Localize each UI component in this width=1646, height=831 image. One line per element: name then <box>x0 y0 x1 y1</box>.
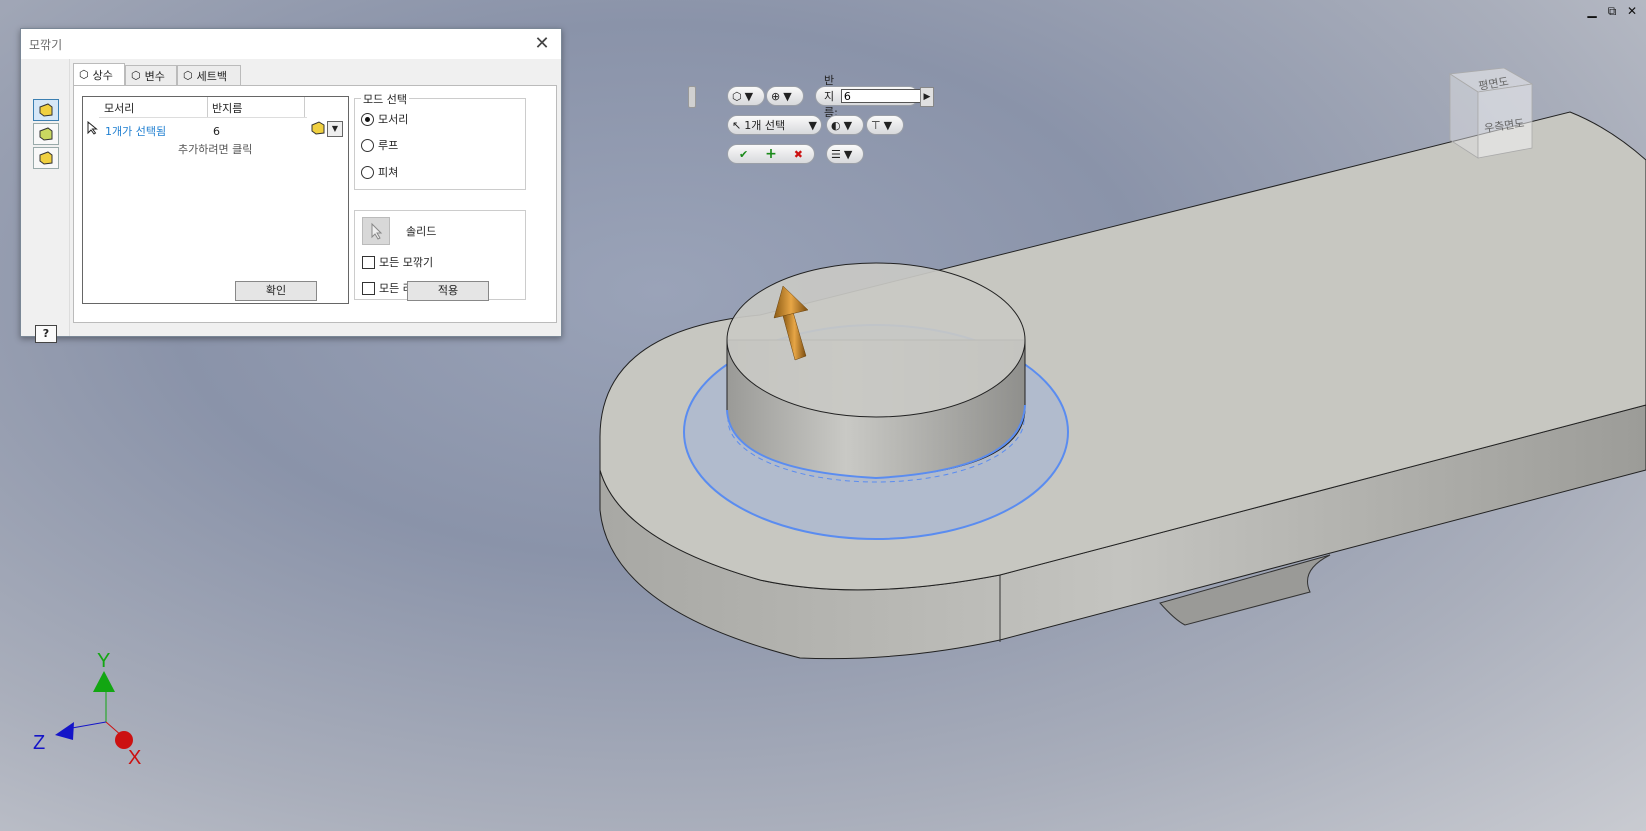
apply-button[interactable]: 적용 <box>407 281 489 301</box>
setback-tab-icon: ⬡ <box>183 69 193 82</box>
mode-edge-radio[interactable]: 모서리 <box>361 111 408 127</box>
viewcube[interactable]: 평면도 우측면도 <box>1440 68 1536 164</box>
edge-radius-table: 모서리 반지름 1개가 선택됨 6 ▼ 추가하려면 클릭 확인 <box>82 96 349 304</box>
minitoolbar-grip[interactable] <box>688 86 696 108</box>
face-fillet-button[interactable] <box>33 123 59 145</box>
axis-y-label: Y <box>97 650 110 672</box>
full-round-fillet-button[interactable] <box>33 147 59 169</box>
all-fillets-checkbox[interactable]: 모든 모깎기 <box>362 254 433 270</box>
tab-variable[interactable]: ⬡ 변수 <box>125 65 177 85</box>
selection-mode-legend: 모드 선택 <box>361 91 409 107</box>
all-rounds-checkbox[interactable]: 모든 라 <box>362 280 413 296</box>
constant-tab-panel: 모서리 반지름 1개가 선택됨 6 ▼ 추가하려면 클릭 확인 모드 선택 모서… <box>73 85 557 323</box>
chevron-down-icon: ▼ <box>843 118 853 132</box>
radio-selected <box>361 112 374 126</box>
apply-plus-icon[interactable]: + <box>765 146 777 162</box>
radius-input[interactable] <box>840 89 926 103</box>
edge-fillet-button[interactable] <box>33 99 59 121</box>
mode-feature-radio[interactable]: 피쳐 <box>361 164 398 180</box>
row-shape-selector[interactable]: ▼ <box>311 121 343 137</box>
fillet-type-icon: ⬡ <box>732 89 742 103</box>
solid-select-button[interactable] <box>362 217 390 245</box>
cancel-x-icon[interactable]: ✖ <box>794 148 803 161</box>
chevron-down-icon: ▼ <box>883 118 893 132</box>
edge-select-label: 1개 선택 <box>744 119 786 132</box>
tab-constant[interactable]: ⬡ 상수 <box>73 63 125 85</box>
column-edges: 모서리 <box>104 102 135 115</box>
boss-cylinder[interactable] <box>726 262 1026 480</box>
solid-icon: ◐ <box>831 118 841 132</box>
boss-top-face <box>726 262 1026 418</box>
chevron-down-icon: ▼ <box>744 89 754 103</box>
chevron-down-icon: ▼ <box>327 121 343 137</box>
solid-label: 솔리드 <box>406 225 437 238</box>
restore-button[interactable]: ⧉ <box>1604 4 1620 19</box>
pointer-icon: ↖ <box>732 118 742 132</box>
full-round-icon <box>39 151 53 165</box>
options-dropdown[interactable]: ☰ ▼ <box>826 144 864 164</box>
chevron-down-icon: ▼ <box>808 118 817 132</box>
chevron-down-icon: ▼ <box>783 89 792 103</box>
row-pointer-icon <box>87 120 99 138</box>
flip-dropdown[interactable]: ⊤ ▼ <box>866 115 904 135</box>
dialog-title: 모깎기 <box>29 38 63 52</box>
chevron-down-icon: ▼ <box>843 147 853 161</box>
flip-icon: ⊤ <box>871 118 881 132</box>
dialog-close-icon[interactable]: ✕ <box>531 33 553 55</box>
table-header: 모서리 반지름 <box>99 97 307 118</box>
pointer-icon <box>371 222 383 240</box>
tab-setback[interactable]: ⬡ 세트백 <box>177 65 241 85</box>
checkbox-box <box>362 255 375 269</box>
mode-loop-radio[interactable]: 루프 <box>361 137 398 153</box>
options-list-icon: ☰ <box>831 147 841 161</box>
fillet-type-dropdown[interactable]: ⬡ ▼ <box>727 86 765 106</box>
edge-selection-cell[interactable]: 1개가 선택됨 <box>105 123 166 139</box>
select-mode-icon: ⊕ <box>771 89 781 103</box>
edge-select-dropdown[interactable]: ↖ 1개 선택 ▼ <box>727 115 822 135</box>
solid-group: 솔리드 모든 모깎기 모든 라 적용 <box>354 210 526 301</box>
ok-check-icon[interactable]: ✔ <box>739 148 748 161</box>
play-arrow-icon[interactable]: ▶ <box>920 87 934 107</box>
dialog-titlebar[interactable]: 모깎기 ✕ <box>21 29 561 59</box>
selection-mode-group: 모드 선택 모서리 루프 피쳐 <box>354 91 526 190</box>
close-window-button[interactable]: ✕ <box>1624 4 1640 18</box>
help-button[interactable]: ? <box>35 325 57 343</box>
y-axis-cone <box>93 671 115 692</box>
add-edge-set-row[interactable]: 추가하려면 클릭 <box>178 141 252 157</box>
checkbox-box <box>362 281 375 295</box>
radius-label: 반지름: <box>824 74 838 119</box>
fillet-shape-icon <box>311 121 325 135</box>
axis-x-label: X <box>128 747 141 769</box>
axis-z-label: Z <box>33 732 45 754</box>
z-axis-cone <box>55 722 74 740</box>
radius-cell[interactable]: 6 <box>213 125 220 138</box>
ok-button[interactable]: 확인 <box>235 281 317 301</box>
face-fillet-icon <box>39 127 53 141</box>
fillet-mode-strip: ? <box>21 59 70 343</box>
radio-unselected <box>361 165 374 179</box>
minimize-button[interactable]: ▁ <box>1584 4 1600 18</box>
column-radius: 반지름 <box>212 102 243 115</box>
edge-fillet-icon <box>39 103 53 117</box>
constant-tab-icon: ⬡ <box>79 68 89 81</box>
radio-unselected <box>361 138 374 152</box>
fillet-dialog: 모깎기 ✕ ? ⬡ 상수 ⬡ 변수 ⬡ 세트백 모서리 반지름 1개가 선택됨 … <box>20 28 562 343</box>
solid-select-dropdown[interactable]: ◐ ▼ <box>826 115 864 135</box>
variable-tab-icon: ⬡ <box>131 69 141 82</box>
action-buttons: ✔ + ✖ <box>727 144 815 164</box>
select-mode-dropdown[interactable]: ⊕ ▼ <box>766 86 804 106</box>
radius-field-group: 반지름: <box>815 74 926 119</box>
axis-triad: Y Z X <box>33 650 141 769</box>
